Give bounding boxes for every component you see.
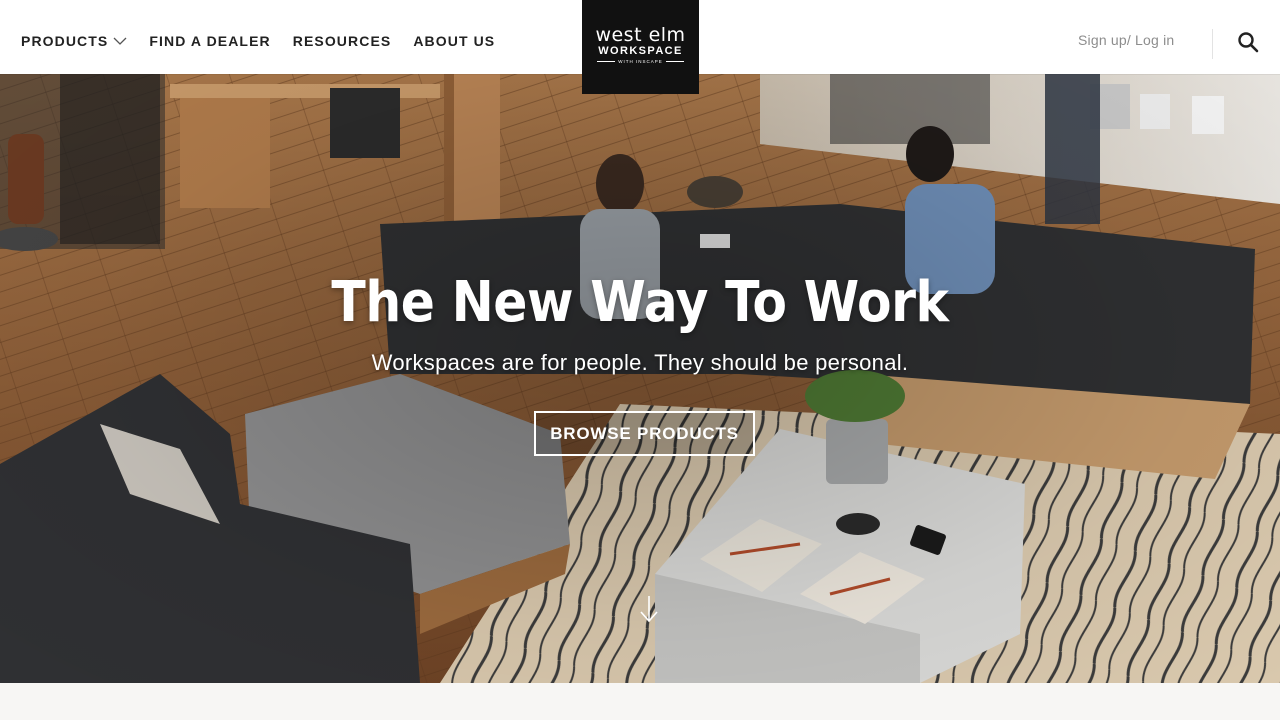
hero-title: The New Way To Work: [331, 270, 949, 335]
nav-products[interactable]: PRODUCTS: [21, 33, 127, 49]
logo-tagline-text: WITH INSCAPE: [618, 58, 663, 64]
logo-main-text: west elm: [595, 23, 686, 46]
nav-find-a-dealer[interactable]: FIND A DEALER: [149, 33, 270, 49]
nav-resources[interactable]: RESOURCES: [293, 33, 392, 49]
nav-resources-label: RESOURCES: [292, 33, 392, 49]
chevron-down-icon: [113, 37, 127, 46]
search-icon[interactable]: [1237, 31, 1259, 53]
west-elm-workspace-logo[interactable]: west elm WORKSPACE WITH INSCAPE: [582, 0, 699, 94]
logo-sub-text: WORKSPACE: [598, 44, 683, 57]
header-divider: [1212, 29, 1213, 59]
hero-subtitle: Workspaces are for people. They should b…: [371, 350, 909, 375]
below-fold-section: [0, 683, 1280, 720]
signup-login-link[interactable]: Sign up/ Log in: [1078, 32, 1174, 48]
nav-products-label: PRODUCTS: [21, 33, 109, 49]
logo-rule-left: [597, 60, 616, 62]
browse-products-button[interactable]: BROWSE PRODUCTS: [534, 411, 755, 456]
main-nav: PRODUCTS FIND A DEALER RESOURCES ABOUT U…: [21, 0, 517, 82]
hero-banner: The New Way To Work Workspaces are for p…: [0, 74, 1280, 683]
logo-tagline: WITH INSCAPE: [597, 59, 684, 64]
hero-overlay: [0, 74, 1280, 683]
arrow-down-icon[interactable]: [638, 594, 660, 624]
nav-about-us-label: ABOUT US: [413, 33, 496, 49]
logo-rule-right: [665, 60, 684, 62]
nav-about-us[interactable]: ABOUT US: [413, 33, 495, 49]
nav-find-a-dealer-label: FIND A DEALER: [149, 33, 271, 49]
